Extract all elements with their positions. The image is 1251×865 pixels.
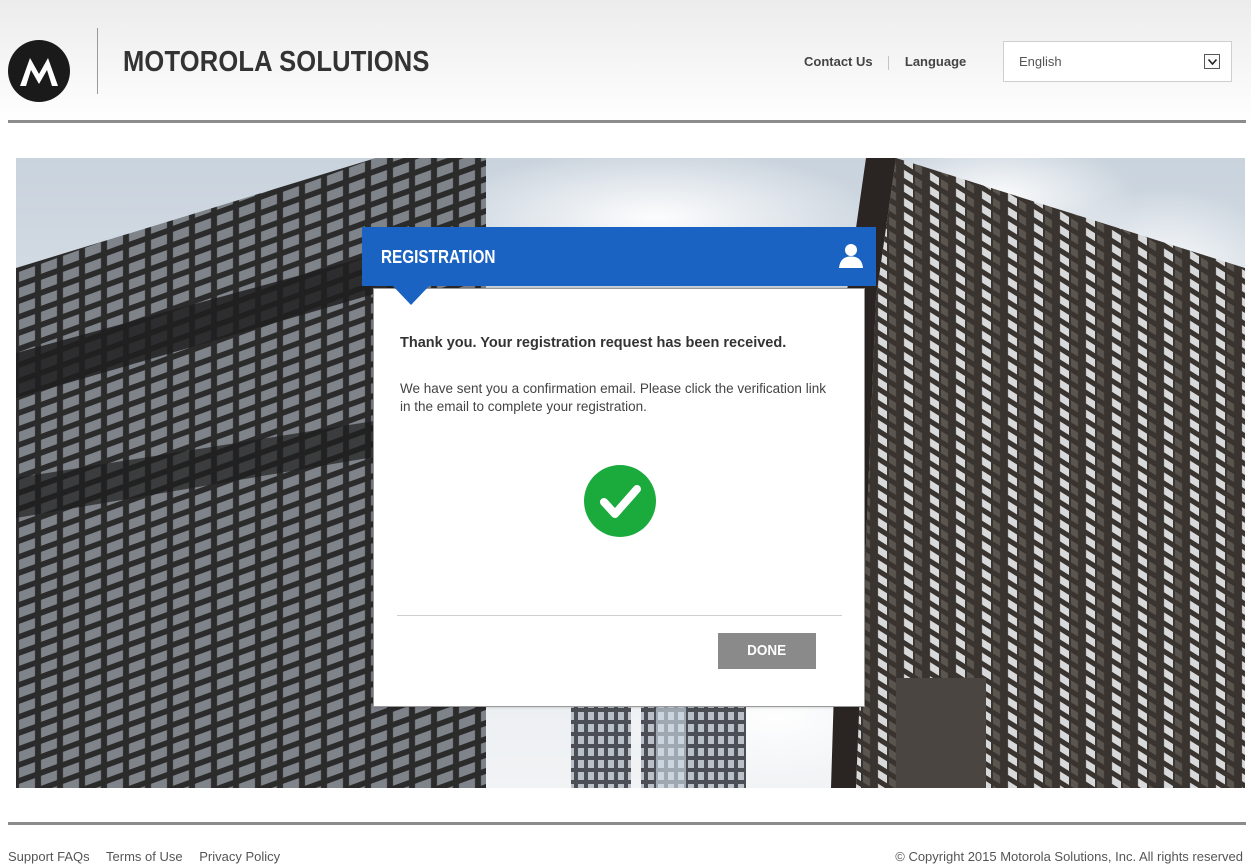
checkmark-success-icon (584, 465, 656, 537)
language-select-value: English (1019, 54, 1062, 69)
contact-us-link[interactable]: Contact Us (804, 54, 873, 69)
dialog-header: REGISTRATION (362, 227, 876, 305)
confirmation-message: We have sent you a confirmation email. P… (400, 381, 826, 414)
footer-divider (8, 822, 1246, 825)
confirmation-heading: Thank you. Your registration request has… (400, 335, 787, 351)
done-button-label: DONE (747, 642, 787, 659)
footer-link-privacy-policy[interactable]: Privacy Policy (199, 849, 280, 864)
motorola-logo-icon[interactable] (8, 40, 70, 102)
link-separator (888, 55, 890, 70)
dialog-header-notch (392, 285, 430, 305)
language-select[interactable]: English (1003, 41, 1232, 82)
header-divider (8, 120, 1246, 123)
language-label: Language (904, 54, 967, 69)
header-links: Contact Us Language (804, 54, 966, 70)
dialog-title: REGISTRATION (381, 247, 496, 267)
brand-name: MOTOROLA SOLUTIONS (123, 46, 430, 78)
footer-link-terms-of-use[interactable]: Terms of Use (106, 849, 183, 864)
copyright-text: © Copyright 2015 Motorola Solutions, Inc… (895, 849, 1243, 864)
footer-link-support-faqs[interactable]: Support FAQs (8, 849, 90, 864)
footer-links: Support FAQs Terms of Use Privacy Policy (8, 849, 293, 864)
site-header: MOTOROLA SOLUTIONS Contact Us Language E… (0, 0, 1251, 122)
user-icon (838, 242, 864, 268)
logo-divider (97, 28, 98, 94)
chevron-down-icon[interactable] (1204, 54, 1220, 69)
done-button[interactable]: DONE (718, 633, 816, 669)
dialog-divider (397, 615, 842, 616)
